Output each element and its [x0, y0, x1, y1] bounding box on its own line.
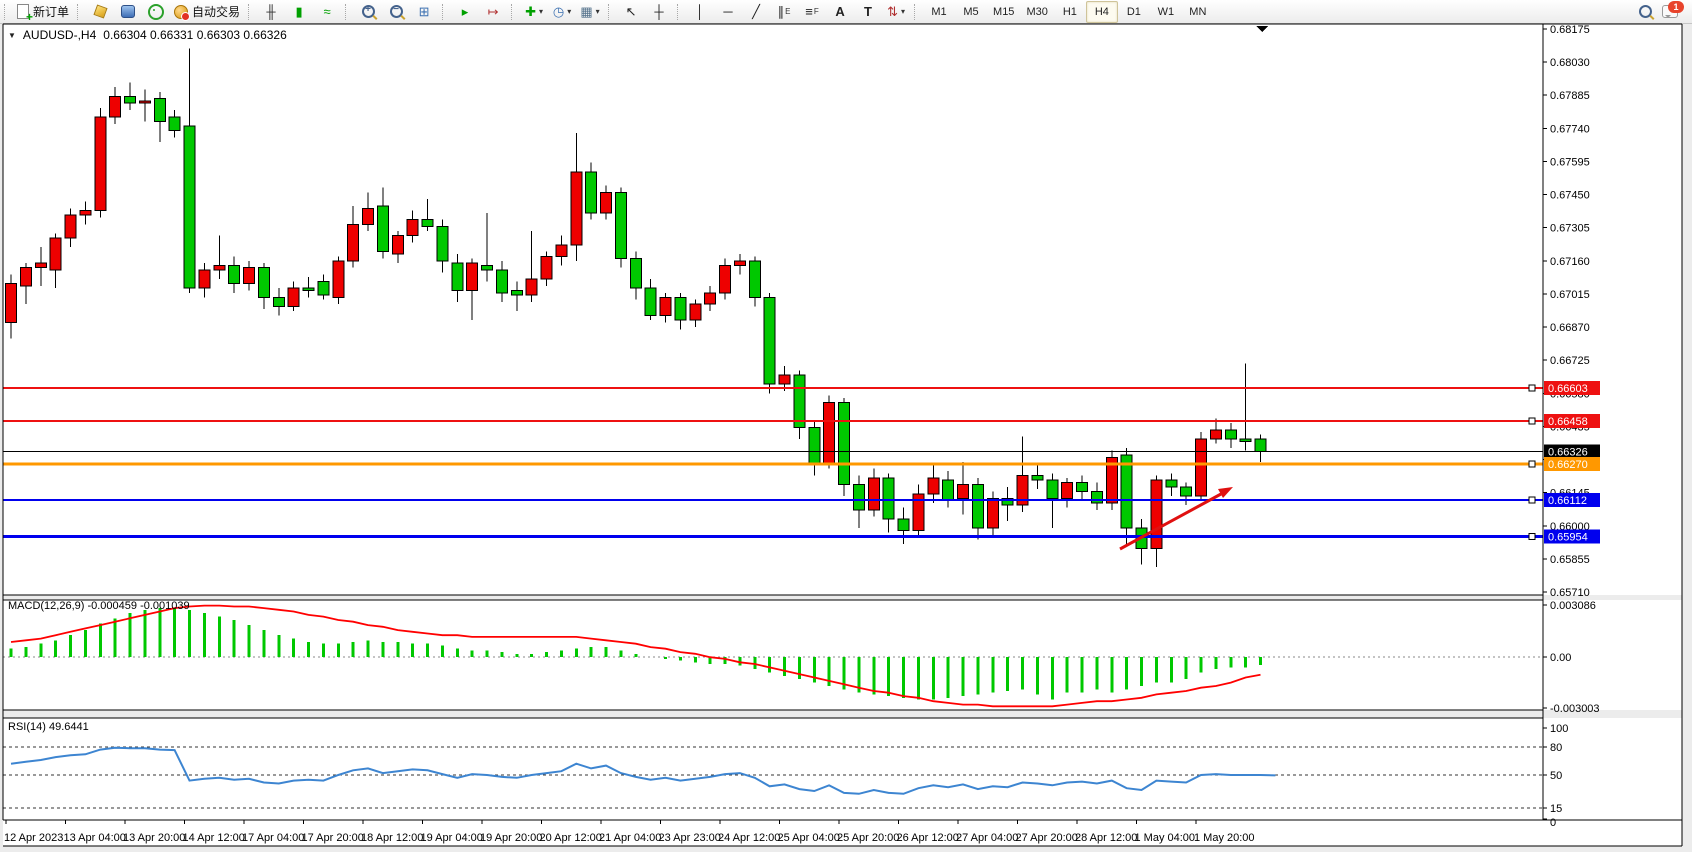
time-tick-label: 28 Apr 12:00 — [1075, 832, 1137, 844]
macd-tick-label: 0.003086 — [1550, 600, 1596, 612]
rsi-tick-label: 50 — [1550, 770, 1562, 782]
line-price-label: 0.66270 — [1548, 459, 1588, 471]
time-tick-label: 25 Apr 04:00 — [778, 832, 840, 844]
price-tick-label: 0.67595 — [1550, 156, 1590, 168]
time-tick-label: 14 Apr 12:00 — [183, 832, 245, 844]
macd-indicator-label: MACD(12,26,9) -0.000459 -0.001039 — [8, 600, 190, 612]
price-tick-label: 0.67160 — [1550, 256, 1590, 268]
time-tick-label: 17 Apr 04:00 — [242, 832, 304, 844]
time-tick-label: 24 Apr 12:00 — [718, 832, 780, 844]
time-tick-label: 20 Apr 12:00 — [540, 832, 602, 844]
price-tick-label: 0.66725 — [1550, 355, 1590, 367]
line-price-label: 0.66112 — [1548, 495, 1587, 507]
rsi-tick-label: 15 — [1550, 803, 1562, 815]
price-tick-label: 0.66870 — [1550, 322, 1590, 334]
time-tick-label: 1 May 20:00 — [1194, 832, 1255, 844]
line-price-label: 0.65954 — [1548, 531, 1588, 543]
price-tick-label: 0.65855 — [1550, 554, 1590, 566]
time-tick-label: 17 Apr 20:00 — [302, 832, 364, 844]
line-price-label: 0.66603 — [1548, 383, 1588, 395]
rsi-tick-label: 80 — [1550, 742, 1562, 754]
symbol-dropdown-icon[interactable]: ▼ — [8, 31, 16, 40]
price-tick-label: 0.67740 — [1550, 123, 1590, 135]
line-handle[interactable] — [1529, 533, 1535, 539]
price-tick-label: 0.67885 — [1550, 90, 1590, 102]
price-tick-label: 0.67305 — [1550, 223, 1590, 235]
chart-symbol-period: AUDUSD-,H4 — [23, 28, 96, 42]
time-tick-label: 23 Apr 23:00 — [659, 832, 721, 844]
macd-tick-label: -0.003003 — [1550, 703, 1600, 715]
time-tick-label: 25 Apr 20:00 — [837, 832, 899, 844]
time-tick-label: 1 May 04:00 — [1135, 832, 1196, 844]
time-tick-label: 19 Apr 20:00 — [480, 832, 542, 844]
chart-ohlc-quotes: 0.66304 0.66331 0.66303 0.66326 — [103, 28, 287, 42]
price-tick-label: 0.67450 — [1550, 190, 1590, 202]
time-tick-label: 12 Apr 2023 — [4, 832, 63, 844]
price-tick-label: 0.68175 — [1550, 24, 1590, 36]
time-tick-label: 27 Apr 04:00 — [956, 832, 1018, 844]
mt4-window: 新订单自动交易╫▮≈⊞▸↦✚▾◷▾▦▾↖┼│─╱∥E≡FAT⇅▾M1M5M15M… — [0, 0, 1692, 852]
price-tick-label: 0.67015 — [1550, 289, 1590, 301]
time-tick-label: 13 Apr 20:00 — [123, 832, 185, 844]
bid-price-label: 0.66326 — [1548, 446, 1588, 458]
time-tick-label: 18 Apr 12:00 — [361, 832, 423, 844]
time-tick-label: 21 Apr 04:00 — [599, 832, 661, 844]
line-handle[interactable] — [1529, 418, 1535, 424]
time-tick-label: 27 Apr 20:00 — [1016, 832, 1078, 844]
rsi-indicator-label: RSI(14) 49.6441 — [8, 721, 89, 733]
price-tick-label: 0.65710 — [1550, 587, 1590, 599]
time-tick-label: 13 Apr 04:00 — [64, 832, 126, 844]
line-price-label: 0.66458 — [1548, 416, 1588, 428]
line-handle[interactable] — [1529, 461, 1535, 467]
chart-canvas: 0.68175 0.68030 0.67885 0.67740 0.67595 0.674… — [0, 0, 1692, 852]
time-tick-label: 19 Apr 04:00 — [421, 832, 483, 844]
line-handle[interactable] — [1529, 497, 1535, 503]
line-handle[interactable] — [1529, 385, 1535, 391]
rsi-tick-label: 100 — [1550, 723, 1568, 735]
price-tick-label: 0.68030 — [1550, 57, 1590, 69]
chart-title: ▼ AUDUSD-,H4 0.66304 0.66331 0.66303 0.6… — [8, 28, 287, 42]
rsi-tick-label: 0 — [1550, 817, 1556, 829]
macd-tick-label: 0.00 — [1550, 652, 1571, 664]
time-tick-label: 26 Apr 12:00 — [897, 832, 959, 844]
